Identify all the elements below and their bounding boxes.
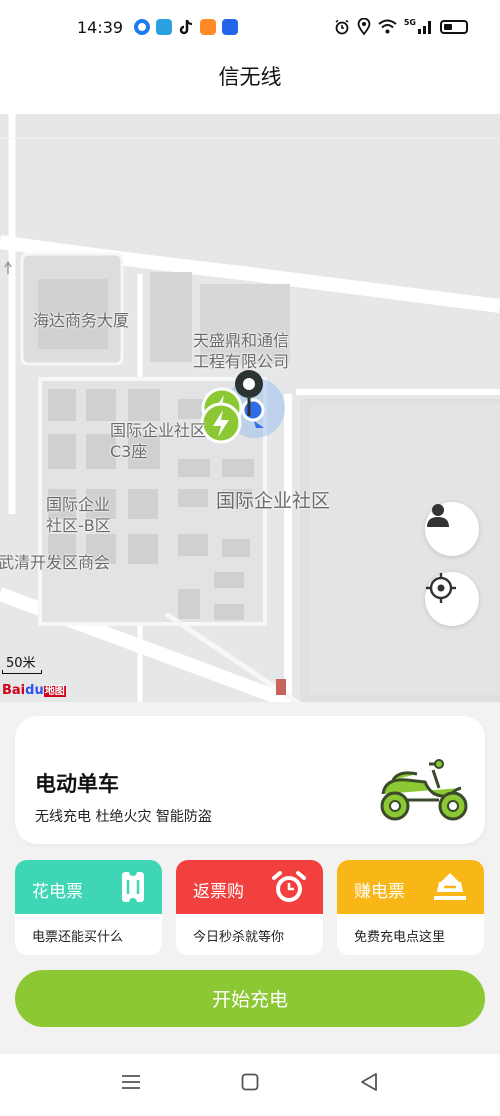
wifi-icon [378,19,397,34]
map-provider-logo: Baidu地图 [2,682,66,698]
map-label-guoji-c3-line1: 国际企业社区 [110,421,207,440]
map-label-tiansheng-line1: 天盛鼎和通信 [193,331,290,350]
map-provider-logo-part1: Bai [2,683,26,698]
product-card[interactable]: 电动单车 无线充电 杜绝火灾 智能防盗 [15,716,485,844]
tickets-stack-icon [434,873,466,900]
crosshair-icon [426,573,456,603]
map-label-guoji-b-line1: 国际企业 [46,495,111,514]
maps-app-icon [134,19,150,35]
status-indicators: 5G [334,18,468,35]
bottom-panel: 电动单车 无线充电 杜绝火灾 智能防盗 花电票 电票还能买什么 返票购 今日秒杀… [0,702,500,1054]
start-charging-button[interactable]: 开始充电 [15,970,485,1027]
translate-app-icon [222,19,238,35]
location-icon [357,18,371,35]
map-label-guoji-main: 国际企业社区 [216,490,331,512]
alarm-icon [335,19,349,34]
person-icon [427,504,449,527]
menu-icon[interactable] [121,1072,141,1092]
battery-icon [440,19,468,34]
running-app-icon [200,19,216,35]
start-charging-label: 开始充电 [211,989,288,1011]
tile-flash-sale-subtitle: 今日秒杀就等你 [193,930,285,945]
tile-spend-tickets-title: 花电票 [32,882,83,902]
map-provider-logo-part3: 地图 [43,686,66,697]
tile-earn-tickets[interactable]: 赚电票 免费充电点这里 [337,860,484,955]
tile-spend-tickets-subtitle: 电票还能买什么 [32,930,124,945]
alarm-clock-icon [272,871,306,902]
map-label-tiansheng: 天盛鼎和通信 工程有限公司 [193,330,289,372]
back-icon[interactable] [360,1072,378,1092]
map-label-guoji-c3: 国际企业社区 C3座 [110,420,206,462]
signal-label: 5G [403,18,416,27]
map-provider-logo-part2: du [25,683,44,698]
tile-spend-tickets[interactable]: 花电票 电票还能买什么 [15,860,162,955]
map-label-guoji-c3-line2: C3座 [110,442,148,461]
product-subtitle: 无线充电 杜绝火灾 智能防盗 [35,809,212,825]
status-bar: 14:39 5G [0,0,500,56]
tile-earn-tickets-subtitle: 免费充电点这里 [354,930,446,945]
map-label-guoji-b-line2: 社区-B区 [46,516,111,535]
product-title: 电动单车 [35,772,119,796]
home-icon[interactable] [241,1072,259,1092]
tile-flash-sale[interactable]: 返票购 今日秒杀就等你 [176,860,323,955]
status-app-icons [134,19,238,35]
tile-flash-sale-header: 返票购 [176,860,323,914]
tile-spend-tickets-header: 花电票 [15,860,162,914]
location-pin-icon [235,370,263,416]
system-nav-bar [0,1054,500,1116]
map-label-haida: 海达商务大厦 [33,311,130,330]
profile-button[interactable] [425,502,479,556]
telegram-app-icon [156,19,172,35]
page-title: 信无线 [218,65,282,89]
map-view[interactable]: 海达商务大厦 天盛鼎和通信 工程有限公司 国际企业社区 C3座 国际企业社区 国… [0,114,500,702]
app-header: 信无线 [0,56,500,114]
status-time: 14:39 [77,18,124,37]
signal-icon [418,21,431,34]
locate-me-button[interactable] [425,572,479,626]
map-scale-bar [2,670,42,674]
e-scooter-icon [380,759,468,821]
map-scale-label: 50米 [6,656,36,671]
tile-flash-sale-title: 返票购 [193,882,244,902]
map-label-guoji-b: 国际企业 社区-B区 [46,494,111,536]
map-label-tiansheng-line2: 工程有限公司 [193,352,290,371]
map-label-wuqing: 武清开发区商会 [0,553,111,572]
ticket-icon [122,870,144,904]
tile-earn-tickets-title: 赚电票 [354,882,405,902]
tile-earn-tickets-header: 赚电票 [337,860,484,914]
tiktok-app-icon [178,19,194,35]
